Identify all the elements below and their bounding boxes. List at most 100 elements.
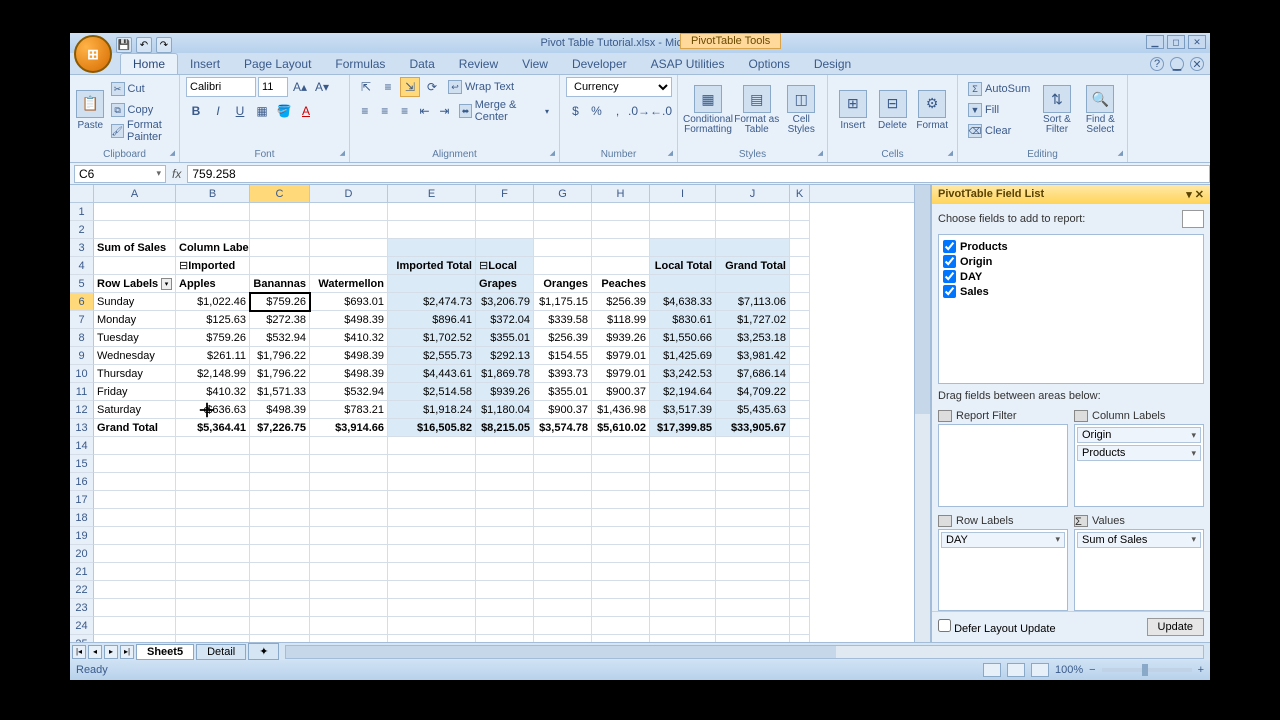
cell[interactable] — [250, 617, 310, 635]
tab-data[interactable]: Data — [397, 54, 446, 74]
cell[interactable] — [388, 599, 476, 617]
cell[interactable]: $900.37 — [592, 383, 650, 401]
cell[interactable] — [650, 545, 716, 563]
cell[interactable]: $4,709.22 — [716, 383, 790, 401]
cell[interactable]: $4,638.33 — [650, 293, 716, 311]
cell[interactable]: $3,574.78 — [534, 419, 592, 437]
cell[interactable]: $1,796.22 — [250, 365, 310, 383]
cell[interactable] — [388, 473, 476, 491]
row-header[interactable]: 22 — [70, 581, 94, 599]
cell[interactable] — [310, 239, 388, 257]
cell[interactable]: $1,436.98 — [592, 401, 650, 419]
format-cells-button[interactable]: ⚙Format — [913, 77, 951, 143]
update-button[interactable]: Update — [1147, 618, 1204, 636]
cell[interactable] — [790, 203, 810, 221]
cell[interactable] — [592, 527, 650, 545]
cell[interactable] — [790, 545, 810, 563]
tab-developer[interactable]: Developer — [560, 54, 639, 74]
cell[interactable] — [790, 365, 810, 383]
group-local[interactable]: ⊟ Local — [476, 257, 534, 275]
cell[interactable] — [716, 455, 790, 473]
cell[interactable] — [94, 491, 176, 509]
row-header[interactable]: 1 — [70, 203, 94, 221]
cell[interactable] — [94, 599, 176, 617]
cell[interactable] — [650, 239, 716, 257]
row-header[interactable]: 4 — [70, 257, 94, 275]
field-checkbox-sales[interactable]: Sales — [943, 284, 1199, 299]
cell[interactable]: $3,253.18 — [716, 329, 790, 347]
tab-page-layout[interactable]: Page Layout — [232, 54, 323, 74]
cell[interactable] — [250, 239, 310, 257]
cell[interactable]: $3,517.39 — [650, 401, 716, 419]
sheet-nav-next[interactable]: ▸ — [104, 645, 118, 659]
area-filter-box[interactable] — [938, 424, 1068, 507]
cell[interactable] — [250, 545, 310, 563]
cell[interactable] — [388, 455, 476, 473]
day-label[interactable]: Sunday — [94, 293, 176, 311]
view-layout-icon[interactable] — [1007, 663, 1025, 677]
cell[interactable] — [388, 221, 476, 239]
cell[interactable]: $33,905.67 — [716, 419, 790, 437]
col-header[interactable]: A — [94, 185, 176, 202]
row-header[interactable]: 23 — [70, 599, 94, 617]
cell[interactable] — [176, 599, 250, 617]
cell[interactable] — [790, 329, 810, 347]
cell[interactable] — [650, 203, 716, 221]
cell[interactable] — [476, 617, 534, 635]
row-header[interactable]: 8 — [70, 329, 94, 347]
fx-icon[interactable]: fx — [172, 167, 181, 181]
cell[interactable] — [790, 473, 810, 491]
tab-asap[interactable]: ASAP Utilities — [639, 54, 737, 74]
cell[interactable] — [592, 563, 650, 581]
cell[interactable] — [716, 599, 790, 617]
cell[interactable]: $8,215.05 — [476, 419, 534, 437]
cell[interactable] — [534, 545, 592, 563]
cell[interactable] — [388, 563, 476, 581]
cell[interactable] — [250, 455, 310, 473]
cell[interactable] — [790, 635, 810, 642]
fill-color-button[interactable]: 🪣 — [274, 101, 294, 121]
align-top-icon[interactable]: ⇱ — [356, 77, 376, 97]
cell[interactable] — [388, 239, 476, 257]
cell[interactable] — [592, 473, 650, 491]
cell[interactable] — [310, 437, 388, 455]
row-header[interactable]: 25 — [70, 635, 94, 642]
cell[interactable] — [790, 563, 810, 581]
cell[interactable] — [94, 257, 176, 275]
cell[interactable] — [534, 455, 592, 473]
cell[interactable]: $830.61 — [650, 311, 716, 329]
font-color-button[interactable]: A — [296, 101, 316, 121]
cell[interactable] — [790, 221, 810, 239]
cell[interactable]: $292.13 — [476, 347, 534, 365]
cell[interactable] — [310, 473, 388, 491]
cell[interactable]: $498.39 — [250, 401, 310, 419]
cell[interactable]: $7,113.06 — [716, 293, 790, 311]
align-left-icon[interactable]: ≡ — [356, 101, 374, 121]
row-header[interactable]: 13 — [70, 419, 94, 437]
format-as-table-button[interactable]: ▤Format as Table — [734, 77, 779, 143]
cell[interactable]: $5,364.41 — [176, 419, 250, 437]
conditional-formatting-button[interactable]: ▦Conditional Formatting — [684, 77, 732, 143]
cell[interactable] — [250, 491, 310, 509]
cell[interactable] — [476, 527, 534, 545]
row-header[interactable]: 16 — [70, 473, 94, 491]
cell[interactable] — [310, 257, 388, 275]
day-label[interactable]: Wednesday — [94, 347, 176, 365]
field-list-fields[interactable]: Products Origin DAY Sales — [938, 234, 1204, 384]
tab-review[interactable]: Review — [447, 54, 510, 74]
cell[interactable] — [388, 581, 476, 599]
currency-icon[interactable]: $ — [566, 101, 585, 121]
cell[interactable] — [790, 617, 810, 635]
cell[interactable] — [716, 635, 790, 642]
area-columns-box[interactable]: Origin Products — [1074, 424, 1204, 507]
zoom-in-icon[interactable]: + — [1198, 664, 1204, 676]
cell[interactable] — [790, 527, 810, 545]
sheet-tab-detail[interactable]: Detail — [196, 644, 246, 660]
tab-view[interactable]: View — [510, 54, 560, 74]
cell[interactable] — [790, 455, 810, 473]
cell[interactable]: $3,242.53 — [650, 365, 716, 383]
cell[interactable] — [716, 437, 790, 455]
cell[interactable]: $339.58 — [534, 311, 592, 329]
cell[interactable] — [94, 203, 176, 221]
cell[interactable]: $1,571.33 — [250, 383, 310, 401]
